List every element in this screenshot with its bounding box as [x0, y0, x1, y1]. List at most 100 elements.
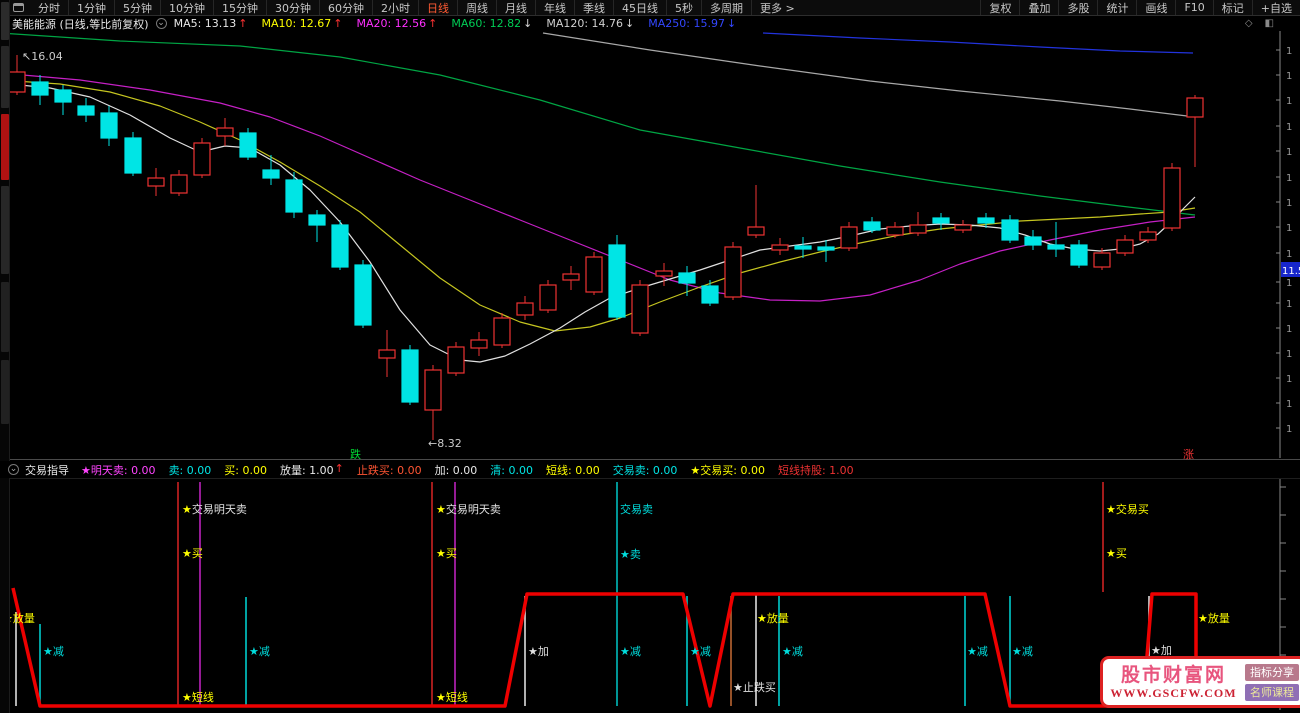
candle-body [331, 224, 349, 268]
watermark-brand: 股市财富网 [1120, 663, 1226, 686]
ma-line-MA120 [542, 32, 1188, 117]
menu-action-+自选[interactable]: +自选 [1251, 0, 1300, 15]
signal-label: ★放量 [1198, 611, 1230, 625]
candles [8, 55, 1204, 440]
axis-tick-label: 1 [1286, 399, 1292, 410]
indicator-field: 放量: 1.00 ↑ [279, 461, 344, 477]
menu-action-多股[interactable]: 多股 [1058, 0, 1097, 15]
indicator-field: 清: 0.00 [490, 463, 533, 477]
candle-body [1047, 244, 1065, 250]
axis-tick-label: 1 [1286, 324, 1292, 335]
menu-action-复权[interactable]: 复权 [980, 0, 1019, 15]
candle-body [585, 256, 603, 293]
diamond-icon[interactable]: ◇ [1245, 18, 1253, 29]
candle-body [977, 217, 995, 224]
fall-marker-label: 跌 [350, 447, 361, 461]
signal-label: ★买 [436, 547, 457, 560]
chevron-down-icon[interactable]: ⌄ [8, 464, 19, 475]
menu-item-分时[interactable]: 分时 [30, 0, 68, 15]
candle-body [655, 270, 673, 277]
candle-body [1186, 97, 1204, 118]
left-edge-strip [0, 0, 10, 713]
candle-body [239, 132, 257, 158]
ma-value-MA60: MA60: 12.82 ↓ [451, 17, 533, 30]
candle-body [1001, 219, 1019, 241]
axis-tick-label: 1 [1286, 249, 1292, 260]
menu-item-15分钟[interactable]: 15分钟 [213, 0, 266, 15]
signal-label: ★减 [1012, 645, 1033, 658]
candle-body [447, 346, 465, 374]
menu-item-月线[interactable]: 月线 [496, 0, 535, 15]
period-menu-items: 分时 1分钟 5分钟 10分钟 15分钟 30分钟 60分钟 2小时 日线 周线 月线 年线 季线 45日… [10, 0, 803, 15]
axis-tick-label: 1 [1286, 198, 1292, 209]
candle-body [932, 217, 950, 224]
chevron-down-icon[interactable]: ⌄ [155, 18, 167, 29]
signal-label: ★放量 [757, 611, 789, 625]
chart-canvas[interactable]: ↖16.04←8.32跌涨111111111111111111.5★放量★减★交… [0, 0, 1300, 713]
ma-values: MA5: 13.13 ↑ MA10: 12.67 ↑ MA20: 12.56 ↑ MA60:… [174, 17, 737, 30]
candle-body [747, 226, 765, 236]
tool-menu-items: 复权 叠加 多股 统计 画线 F10 标记 +自选 [980, 0, 1300, 15]
menu-item-5分钟[interactable]: 5分钟 [114, 0, 160, 15]
high-price-label: ↖16.04 [22, 50, 63, 63]
candle-body [631, 284, 649, 334]
menu-item-1分钟[interactable]: 1分钟 [68, 0, 114, 15]
menu-item-30分钟[interactable]: 30分钟 [266, 0, 319, 15]
candle-body [354, 264, 372, 326]
menu-action-统计[interactable]: 统计 [1097, 0, 1136, 15]
indicator-field: ★明天卖: 0.00 [81, 463, 156, 477]
candle-body [285, 179, 303, 213]
menu-item-2小时[interactable]: 2小时 [372, 0, 418, 15]
menu-item-周线[interactable]: 周线 [457, 0, 496, 15]
candle-body [493, 317, 511, 346]
chart-title-bar: 美能能源 (日线,等比前复权) ⌄ MA5: 13.13 ↑ MA10: 12.67… [10, 16, 1300, 31]
indicator-field: 买: 0.00 [224, 463, 267, 477]
menu-action-画线[interactable]: 画线 [1136, 0, 1175, 15]
candle-body [54, 89, 72, 103]
trading-app-window: ↖16.04←8.32跌涨111111111111111111.5★放量★减★交… [0, 0, 1300, 713]
left-strip-segment [1, 186, 9, 274]
candle-body [724, 246, 742, 298]
indicator-field: 短线: 0.00 [546, 463, 600, 477]
indicator-title[interactable]: 交易指导 [25, 462, 69, 478]
candle-body [701, 285, 719, 304]
menu-item-年线[interactable]: 年线 [535, 0, 574, 15]
signal-label: ★短线 [436, 690, 468, 704]
axis-tick-label: 1 [1286, 349, 1292, 360]
menu-action-叠加[interactable]: 叠加 [1019, 0, 1058, 15]
left-strip-segment [1, 2, 9, 40]
candle-body [262, 169, 280, 179]
ma-value-MA5: MA5: 13.13 ↑ [173, 17, 248, 30]
menu-action-标记[interactable]: 标记 [1212, 0, 1252, 15]
candle-body [401, 349, 419, 403]
symbol-title: 美能能源 (日线,等比前复权) [12, 17, 149, 31]
candle-body [840, 226, 858, 249]
candle-body [147, 177, 165, 187]
candle-body [954, 224, 972, 231]
candle-body [100, 112, 118, 139]
candle-body [794, 245, 812, 250]
axis-tick-label: 1 [1286, 147, 1292, 158]
menu-item-60分钟[interactable]: 60分钟 [319, 0, 372, 15]
watermark-url: WWW.GSCFW.COM [1110, 685, 1237, 700]
ma-value-MA20: MA20: 12.56 ↑ [356, 17, 438, 30]
menu-action-F10[interactable]: F10 [1175, 0, 1212, 15]
menu-item-更多 >[interactable]: 更多 > [751, 0, 803, 15]
menu-item-多周期[interactable]: 多周期 [701, 0, 751, 15]
signal-label: ★交易明天卖 [182, 502, 247, 516]
menu-item-10分钟[interactable]: 10分钟 [160, 0, 213, 15]
menu-item-45日线[interactable]: 45日线 [613, 0, 666, 15]
candle-body [608, 244, 626, 318]
signal-label: ★卖 [620, 548, 641, 561]
indicator-header: ⌄ 交易指导 ★明天卖: 0.00 卖: 0.00 买: 0.00 放量: 1.00 ↑… [0, 461, 1300, 478]
panel-layout-icon[interactable]: ◧ [1265, 18, 1274, 29]
candle-body [678, 272, 696, 284]
ma-value-MA120: MA120: 14.76 ↓ [546, 17, 635, 30]
menu-item-日线[interactable]: 日线 [418, 0, 457, 15]
axis-tick-label: 1 [1286, 299, 1292, 310]
menu-item-5秒[interactable]: 5秒 [666, 0, 701, 15]
candle-body [516, 302, 534, 316]
menu-item-季线[interactable]: 季线 [574, 0, 613, 15]
indicator-field: 卖: 0.00 [168, 463, 212, 477]
candle-body [77, 105, 95, 116]
